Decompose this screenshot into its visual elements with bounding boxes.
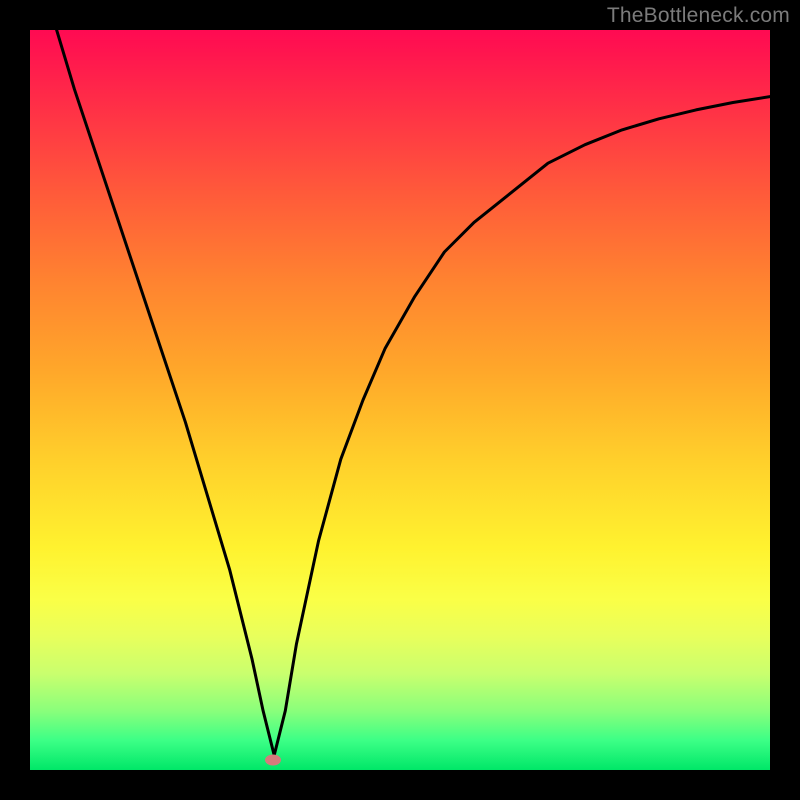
watermark-text: TheBottleneck.com (607, 4, 790, 28)
plot-area (30, 30, 770, 770)
chart-frame: TheBottleneck.com (0, 0, 800, 800)
min-point-marker (265, 755, 281, 766)
curve-line (30, 30, 770, 770)
